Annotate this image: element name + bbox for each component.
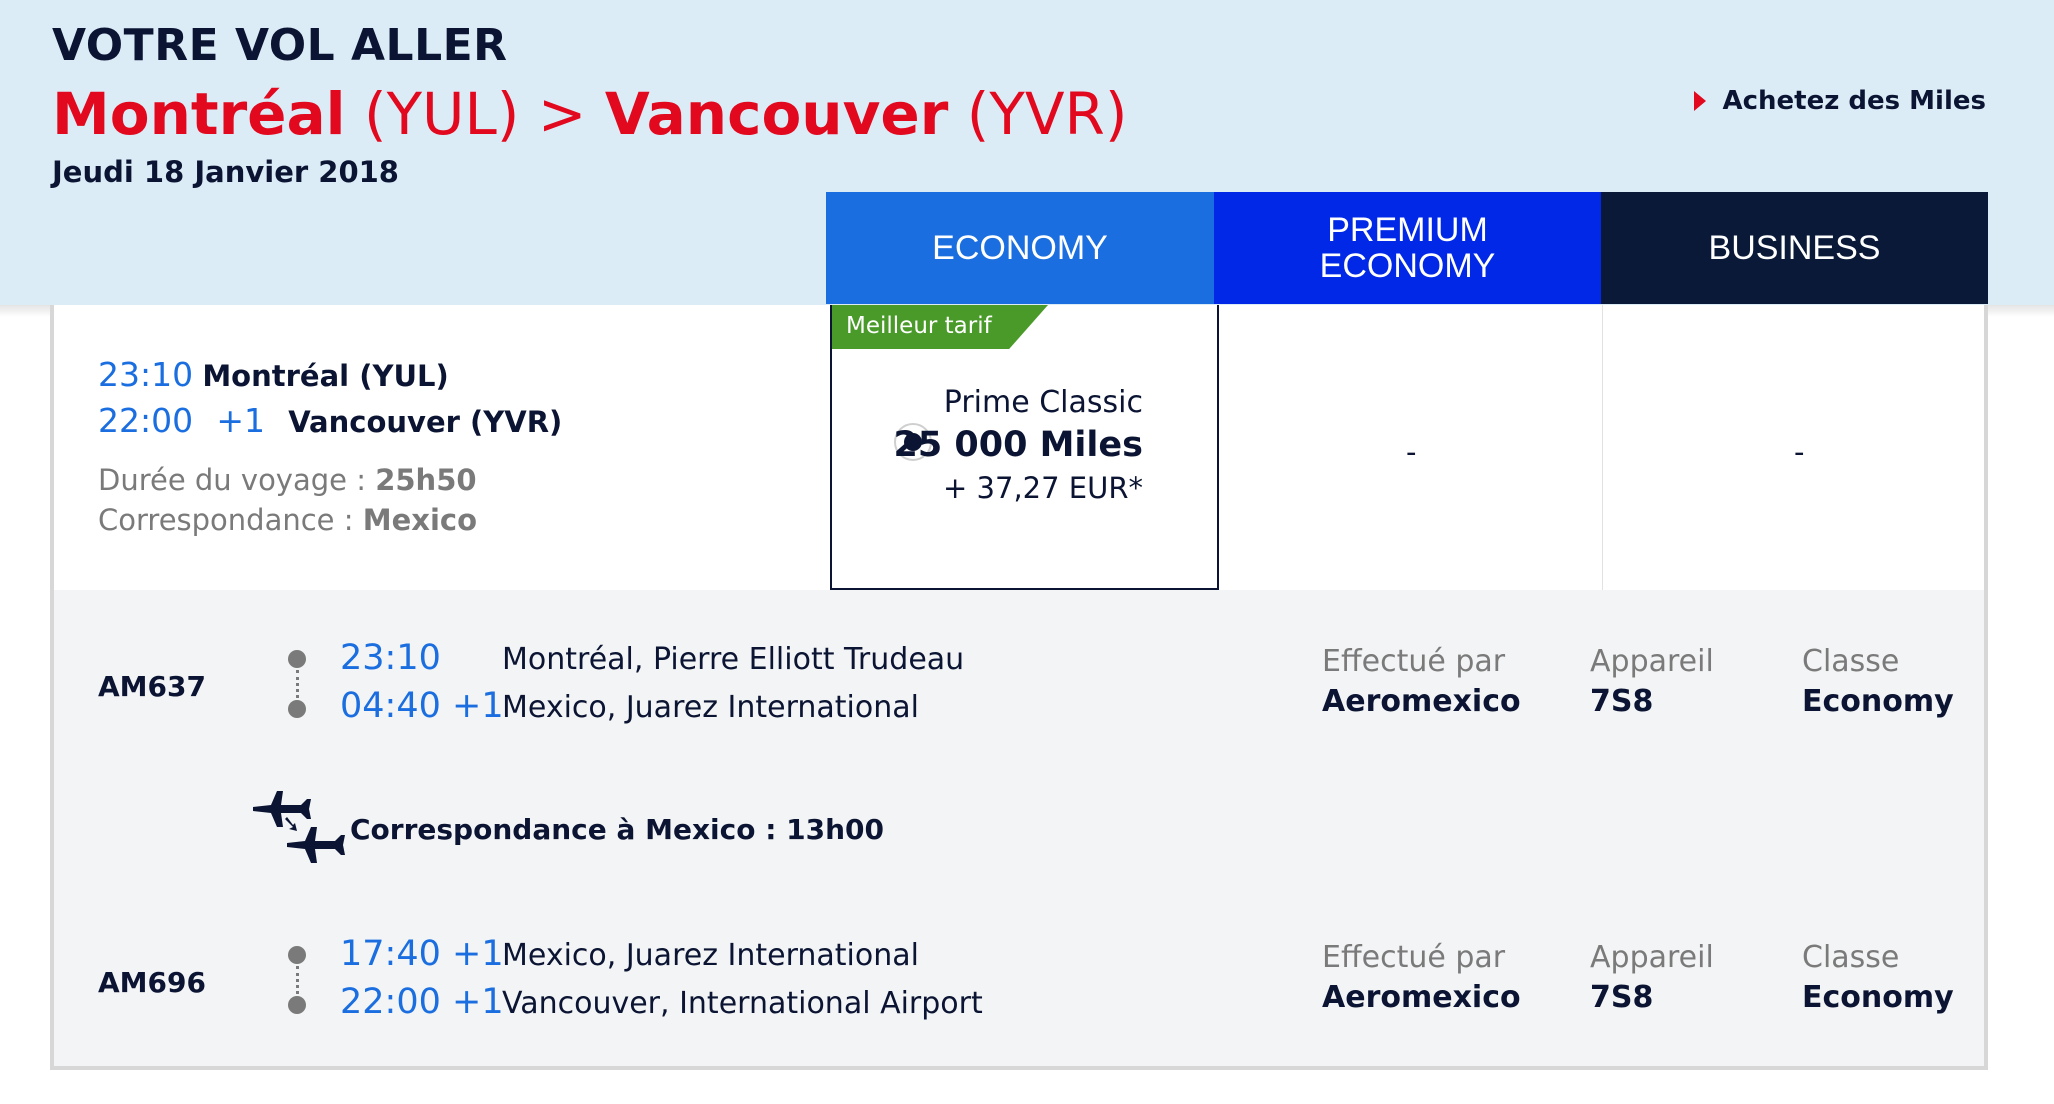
timeline-dot-icon (288, 700, 306, 718)
segment-2-aircraft-label: Appareil (1590, 940, 1714, 975)
segment-1-timeline (288, 650, 308, 720)
segment-2-timeline (288, 946, 308, 1016)
segment-1-arr-time: 04:40 +1 (340, 686, 504, 726)
tab-premium-economy[interactable]: PREMIUM ECONOMY (1214, 192, 1601, 304)
summary-dep-place: Montréal (YUL) (202, 359, 449, 393)
summary-connection: Correspondance : Mexico (98, 503, 477, 537)
segment-2-dep-time: 17:40 +1 (340, 934, 504, 974)
segment-2-aircraft-value: 7S8 (1590, 980, 1654, 1015)
segment-1-arr-place: Mexico, Juarez International (502, 690, 919, 725)
duration-label: Durée du voyage : (98, 463, 366, 497)
fare-miles: 25 000 Miles (893, 425, 1143, 465)
summary-arrival: 22:00 +1 Vancouver (YVR) (98, 401, 562, 440)
origin-code: (YUL) (363, 80, 520, 148)
tab-business[interactable]: BUSINESS (1601, 192, 1988, 304)
segment-2-arr-time: 22:00 +1 (340, 982, 504, 1022)
fare-option-economy[interactable]: Meilleur tarif Prime Classic 25 000 Mile… (830, 305, 1219, 590)
segment-2-arr-place: Vancouver, International Airport (502, 986, 983, 1021)
destination-code: (YVR) (966, 80, 1128, 148)
premium-fare-cell: - (1406, 435, 1417, 469)
segment-1-dep-place: Montréal, Pierre Elliott Trudeau (502, 642, 965, 677)
timeline-dot-icon (288, 946, 306, 964)
duration-value: 25h50 (375, 463, 477, 497)
segment-2-dep-place: Mexico, Juarez International (502, 938, 919, 973)
segment-1-aircraft-value: 7S8 (1590, 684, 1654, 719)
tab-business-label: BUSINESS (1708, 229, 1881, 267)
timeline-dot-icon (288, 996, 306, 1014)
page-title: VOTRE VOL ALLER (52, 20, 508, 71)
flight-panel: 23:10 Montréal (YUL) 22:00 +1 Vancouver … (50, 305, 1988, 1070)
connecting-planes-icon (253, 791, 345, 863)
best-fare-badge: Meilleur tarif (832, 305, 1048, 349)
fare-tax: + 37,27 EUR* (943, 471, 1143, 505)
buy-miles-link[interactable]: Achetez des Miles (1694, 86, 1986, 116)
segment-1-operated-value: Aeromexico (1322, 684, 1521, 719)
segment-2-class-label: Classe (1802, 940, 1900, 975)
segment-1-aircraft-label: Appareil (1590, 644, 1714, 679)
arrow-right-icon (1694, 91, 1707, 111)
segment-1-class-label: Classe (1802, 644, 1900, 679)
segment-1-class-value: Economy (1802, 684, 1954, 719)
timeline-dotted-line (296, 670, 301, 698)
buy-miles-label: Achetez des Miles (1722, 86, 1986, 116)
tab-economy[interactable]: ECONOMY (826, 192, 1214, 304)
segment-2-operated-value: Aeromexico (1322, 980, 1521, 1015)
segment-2-flight-number: AM696 (98, 966, 206, 999)
connection-info: Correspondance à Mexico : 13h00 (350, 813, 885, 846)
travel-date: Jeudi 18 Janvier 2018 (52, 155, 399, 189)
tab-economy-label: ECONOMY (932, 229, 1108, 267)
summary-departure: 23:10 Montréal (YUL) (98, 355, 449, 394)
destination-city: Vancouver (604, 80, 949, 148)
tab-premium-line2: ECONOMY (1319, 247, 1496, 285)
segment-1-flight-number: AM637 (98, 670, 206, 703)
connection-value: Mexico (362, 503, 478, 537)
segment-1-operated-label: Effectué par (1322, 644, 1506, 679)
summary-dep-time: 23:10 (98, 355, 194, 394)
segment-2-operated-label: Effectué par (1322, 940, 1506, 975)
timeline-dotted-line (296, 966, 301, 994)
connection-label: Correspondance : (98, 503, 354, 537)
column-divider (1602, 305, 1603, 590)
tab-premium-label: PREMIUM ECONOMY (1320, 212, 1496, 284)
route-heading: Montréal (YUL) > Vancouver (YVR) (52, 80, 1127, 148)
summary-arr-time: 22:00 (98, 401, 194, 440)
summary-arr-offset: +1 (216, 401, 265, 440)
summary-duration: Durée du voyage : 25h50 (98, 463, 477, 497)
origin-city: Montréal (52, 80, 346, 148)
tab-premium-line1: PREMIUM (1327, 211, 1488, 249)
summary-arr-place: Vancouver (YVR) (288, 405, 563, 439)
fare-name: Prime Classic (943, 385, 1143, 420)
business-fare-cell: - (1794, 435, 1805, 469)
timeline-dot-icon (288, 650, 306, 668)
flight-summary: 23:10 Montréal (YUL) 22:00 +1 Vancouver … (54, 305, 1984, 590)
route-separator: > (537, 80, 587, 148)
segment-2-class-value: Economy (1802, 980, 1954, 1015)
segment-1-dep-time: 23:10 (340, 638, 441, 678)
